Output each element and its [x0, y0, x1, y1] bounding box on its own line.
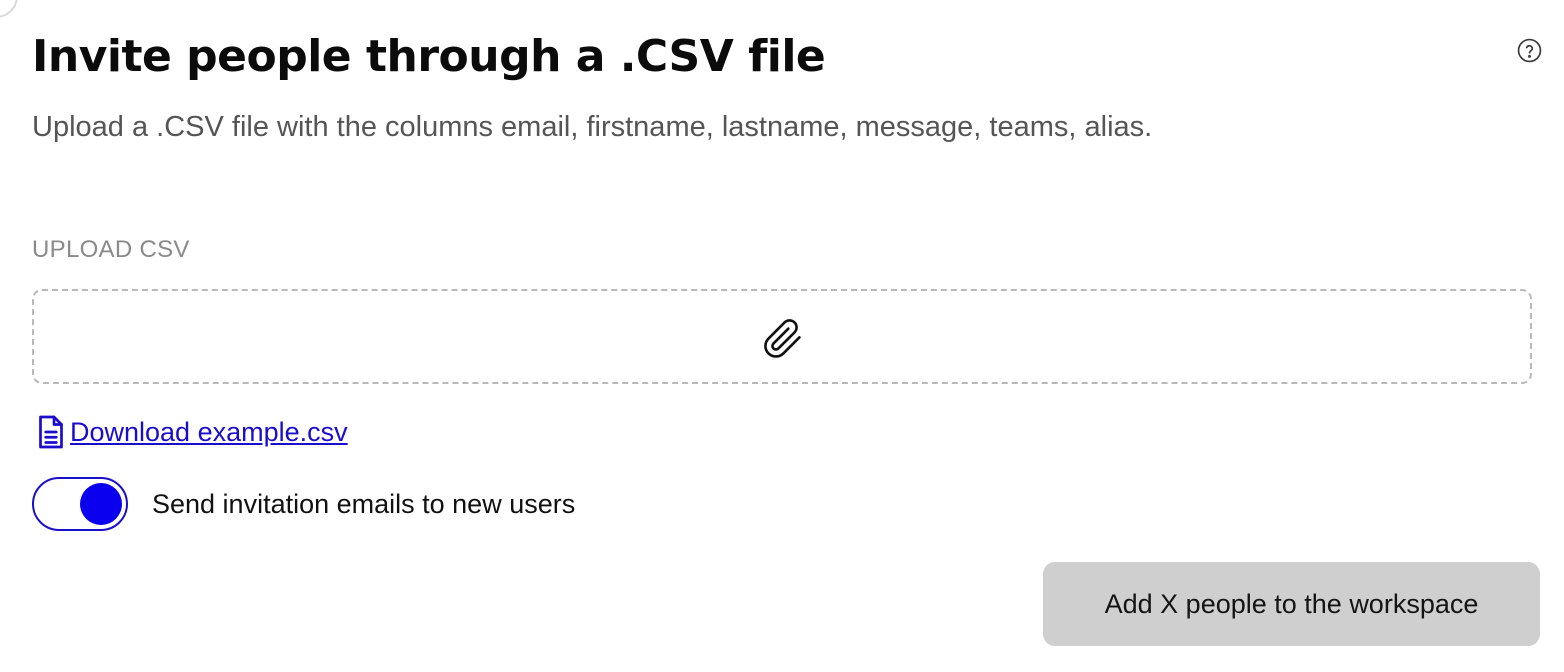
corner-decoration	[0, 0, 18, 18]
upload-csv-label: UPLOAD CSV	[32, 236, 190, 263]
download-example-label: Download example.csv	[70, 417, 348, 447]
page-subtitle: Upload a .CSV file with the columns emai…	[32, 111, 1153, 143]
send-invitations-toggle[interactable]	[32, 477, 128, 531]
paperclip-icon[interactable]	[762, 318, 804, 360]
page-title: Invite people through a .CSV file	[32, 31, 826, 82]
download-example-link[interactable]: Download example.csv	[36, 414, 348, 450]
send-invitations-label: Send invitation emails to new users	[152, 489, 576, 519]
add-people-button[interactable]: Add X people to the workspace	[1043, 562, 1540, 646]
question-circle-icon[interactable]	[1517, 38, 1542, 63]
toggle-knob	[80, 483, 122, 525]
file-text-icon	[39, 415, 63, 449]
